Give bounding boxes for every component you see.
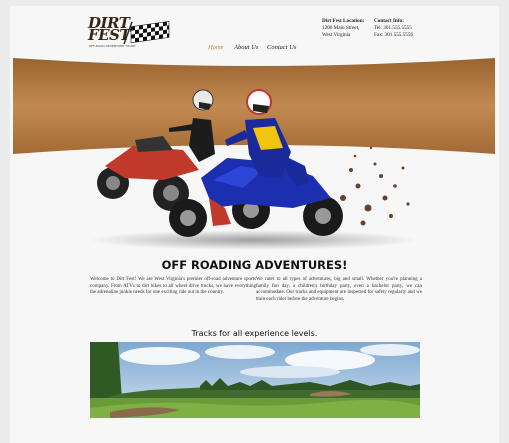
nav-about-link[interactable]: About Us: [234, 44, 258, 51]
location-line1: 1200 Main Street,: [322, 25, 360, 31]
contact-heading: Contact Info:: [374, 18, 404, 24]
logo[interactable]: DIRT FEST OFF-ROAD ADVENTURE TOURS: [88, 16, 178, 52]
hero-banner: [13, 58, 495, 258]
services-paragraph: We cater to all types of adventures, big…: [256, 277, 422, 302]
tracks-heading: Tracks for all experience levels.: [191, 329, 318, 338]
checkered-flag-icon: [123, 21, 170, 45]
section-title: OFF ROADING ADVENTURES!: [161, 258, 348, 272]
location-line2: West Virginia: [322, 32, 351, 38]
location-heading: Dirt Fest Location:: [322, 18, 365, 24]
contact-tel: Tel: 301.555.5555: [374, 25, 412, 31]
contact-block: Contact Info: Tel: 301.555.5555 Fax: 301…: [374, 18, 413, 39]
intro-paragraph: Welcome to Dirt Fest! We are West Virgin…: [90, 277, 256, 296]
contact-fax: Fax: 301.555.5556: [374, 32, 414, 38]
location-block: Dirt Fest Location: 1200 Main Street, We…: [322, 18, 364, 39]
page: DIRT FEST OFF-ROAD ADVENTURE TOURS Dirt …: [10, 6, 499, 443]
nav-home-link[interactable]: Home: [208, 44, 224, 51]
tracks-photo: [90, 342, 420, 418]
nav-contact-link[interactable]: Contact Us: [267, 44, 296, 51]
hero-atv-image: [13, 58, 495, 250]
